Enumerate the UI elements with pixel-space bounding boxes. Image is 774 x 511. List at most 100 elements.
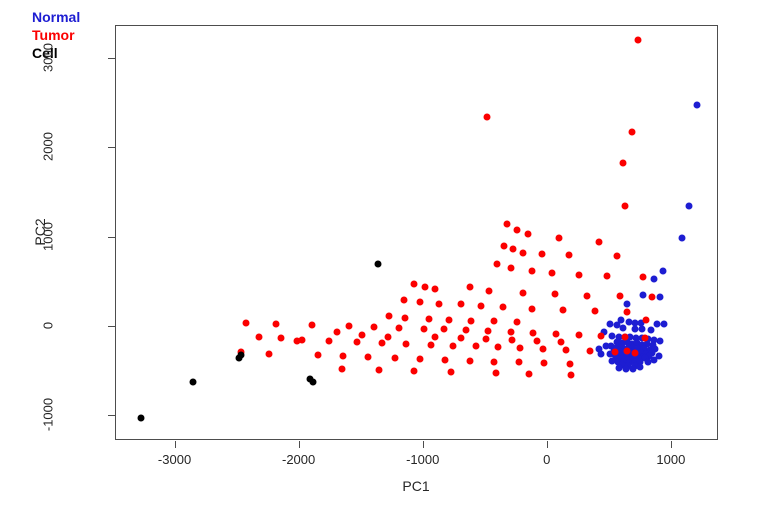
data-point	[345, 322, 353, 330]
data-point	[391, 354, 399, 362]
data-point	[555, 234, 563, 242]
data-point	[567, 371, 575, 379]
data-point	[500, 242, 508, 250]
data-point	[551, 290, 559, 298]
data-point	[559, 306, 567, 314]
y-axis-tick-mark	[108, 236, 115, 238]
data-point	[425, 315, 433, 323]
y-axis-tick-label: -1000	[40, 397, 56, 432]
data-point	[308, 321, 316, 329]
data-point	[499, 303, 507, 311]
data-point	[575, 271, 583, 279]
plot-area	[115, 25, 718, 440]
data-point	[693, 101, 701, 109]
data-point	[638, 325, 646, 333]
data-point	[435, 300, 443, 308]
data-point	[619, 159, 627, 167]
y-axis-tick-label: 2000	[40, 132, 56, 162]
data-point	[557, 338, 565, 346]
y-axis-tick-mark	[108, 415, 115, 416]
data-point	[634, 36, 642, 44]
data-point	[333, 328, 341, 336]
x-axis-tick-label: 0	[543, 452, 551, 467]
data-point	[477, 302, 485, 310]
data-point	[639, 291, 647, 299]
data-point	[647, 326, 655, 334]
data-point	[524, 230, 532, 238]
data-point	[420, 325, 428, 333]
data-point	[242, 319, 250, 327]
data-point	[137, 414, 145, 422]
data-point	[613, 252, 621, 260]
data-point	[623, 300, 631, 308]
data-point	[552, 330, 560, 338]
data-point	[650, 275, 658, 283]
data-point	[660, 320, 668, 328]
data-point	[616, 292, 624, 300]
x-axis-tick-label: 1000	[656, 452, 686, 467]
data-point	[575, 331, 583, 339]
data-point	[445, 316, 453, 324]
data-point	[293, 337, 301, 345]
data-point	[427, 341, 435, 349]
data-point	[431, 285, 439, 293]
data-point	[597, 332, 605, 340]
data-point	[400, 296, 408, 304]
data-point	[515, 358, 523, 366]
data-point	[484, 327, 492, 335]
data-point	[513, 226, 521, 234]
data-point	[619, 324, 627, 332]
data-point	[490, 317, 498, 325]
x-axis-tick-label: -1000	[406, 452, 440, 467]
data-point	[639, 273, 647, 281]
data-point	[603, 272, 611, 280]
data-point	[358, 331, 366, 339]
data-point	[628, 128, 636, 136]
data-point	[539, 345, 547, 353]
data-point	[494, 343, 502, 351]
data-point	[441, 356, 449, 364]
x-axis-title: PC1	[402, 478, 430, 494]
data-point	[440, 325, 448, 333]
data-point	[586, 347, 594, 355]
data-point	[325, 337, 333, 345]
data-point	[421, 283, 429, 291]
data-point	[529, 329, 537, 337]
data-point	[507, 264, 515, 272]
data-point	[516, 344, 524, 352]
data-point	[483, 113, 491, 121]
data-point	[482, 335, 490, 343]
x-axis-tick-mark	[422, 441, 424, 448]
data-point	[277, 334, 285, 342]
data-point	[493, 260, 501, 268]
data-point	[659, 267, 667, 275]
data-point	[466, 283, 474, 291]
data-point	[678, 234, 686, 242]
data-point	[384, 333, 392, 341]
legend: Normal Tumor Cell	[32, 8, 80, 62]
x-axis-tick-label: -2000	[282, 452, 316, 467]
data-point	[621, 333, 629, 341]
data-point	[353, 338, 361, 346]
data-point	[255, 333, 263, 341]
data-point	[513, 318, 521, 326]
data-point	[370, 323, 378, 331]
legend-entry-tumor: Tumor	[32, 27, 75, 43]
data-point	[410, 280, 418, 288]
data-point	[611, 348, 619, 356]
data-point	[656, 337, 664, 345]
data-point	[467, 317, 475, 325]
data-point	[237, 351, 245, 359]
data-point	[641, 334, 649, 342]
y-axis-tick-label: 1000	[40, 221, 56, 251]
data-point	[656, 293, 664, 301]
data-point	[621, 202, 629, 210]
data-point	[402, 340, 410, 348]
data-point	[655, 352, 663, 360]
data-point	[457, 334, 465, 342]
scatter-plot-figure: PC1 PC2 Normal Tumor Cell -1000 0 1000 2000 30…	[0, 0, 774, 511]
y-axis-tick-mark	[108, 325, 115, 327]
data-point	[447, 368, 455, 376]
y-axis-tick-mark	[108, 58, 115, 60]
data-point	[591, 307, 599, 315]
